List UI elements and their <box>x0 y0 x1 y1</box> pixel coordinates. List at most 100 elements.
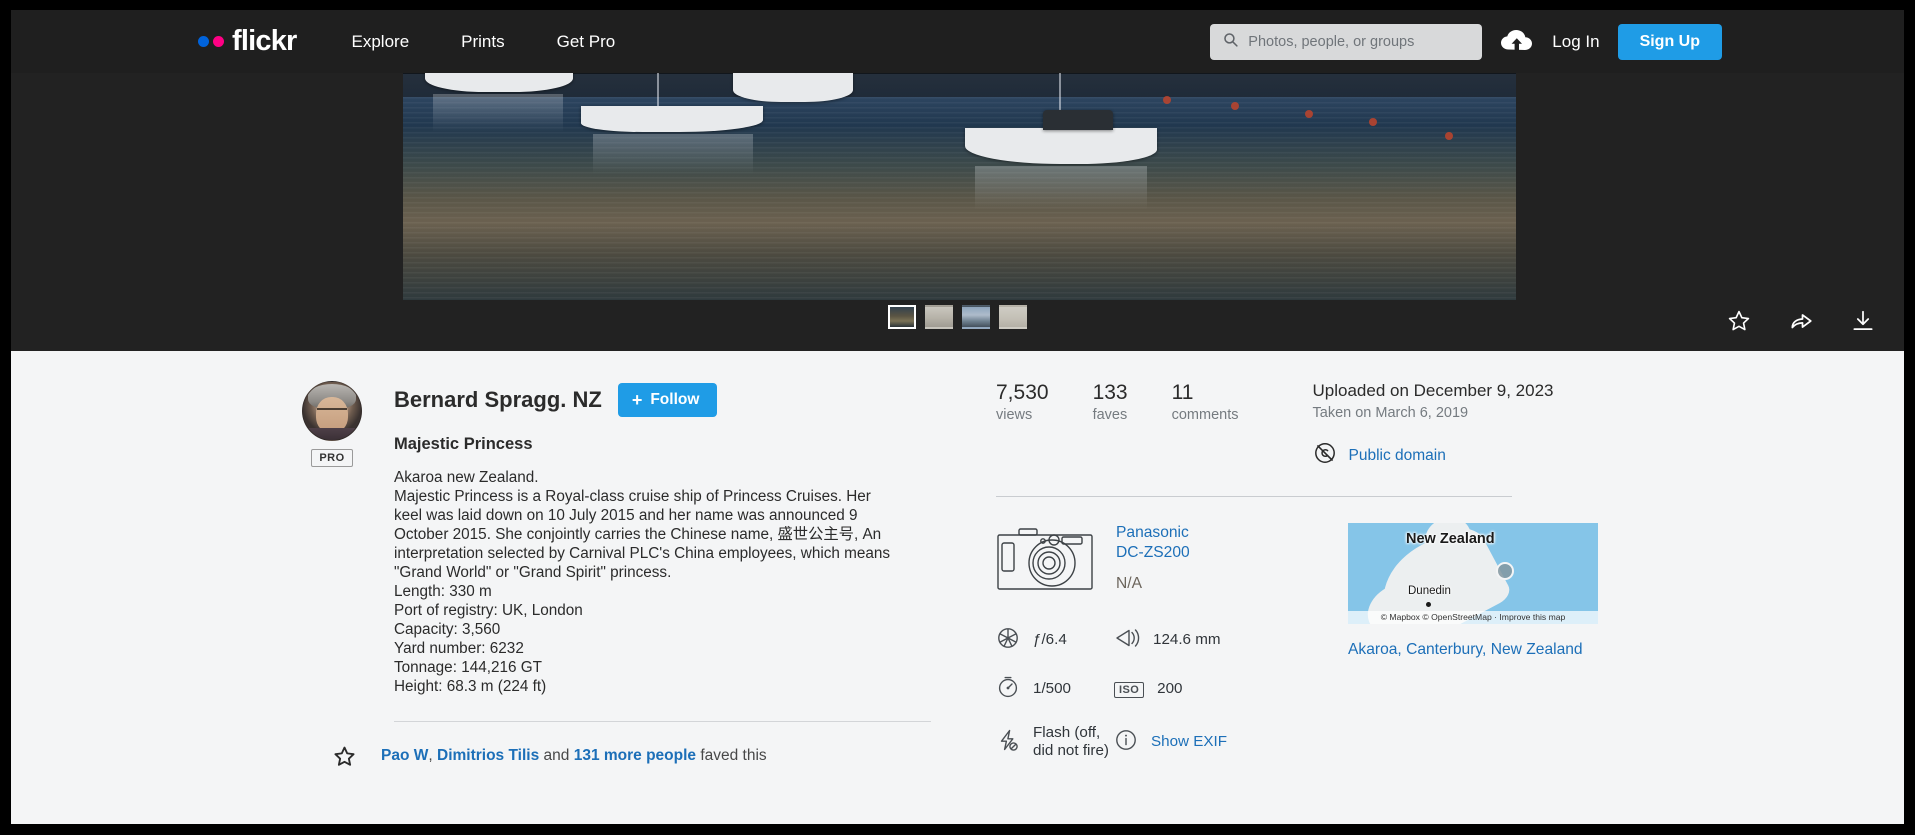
more-people-link[interactable]: 131 more people <box>574 747 696 764</box>
author-name[interactable]: Bernard Spragg. NZ <box>394 387 602 413</box>
thumbnail-2[interactable] <box>925 305 953 329</box>
pro-badge[interactable]: PRO <box>311 449 352 467</box>
map-city-label: Dunedin <box>1408 585 1451 597</box>
views-label: views <box>996 407 1049 423</box>
uploaded-date: Uploaded on December 9, 2023 <box>1313 381 1554 401</box>
camera-text-group: Panasonic DC-ZS200 N/A <box>1116 523 1216 593</box>
camera-row: Panasonic DC-ZS200 N/A <box>996 523 1326 600</box>
thumbnail-1[interactable] <box>888 305 916 329</box>
show-exif-link[interactable]: Show EXIF <box>1151 733 1227 751</box>
stat-faves: 133 faves <box>1093 381 1128 423</box>
fave-person-1-link[interactable]: Pao W <box>381 747 428 764</box>
thumbnail-4[interactable] <box>999 305 1027 329</box>
info-icon <box>1114 728 1138 757</box>
flickr-logo[interactable]: flickr <box>198 27 297 56</box>
exif-show-exif[interactable]: Show EXIF <box>1114 724 1234 760</box>
reflection-left <box>433 94 563 132</box>
page-viewport: flickr Explore Prints Get Pro <box>11 10 1904 824</box>
flash-value: Flash (off, did not fire) <box>1033 724 1114 760</box>
taken-date: Taken on March 6, 2019 <box>1313 405 1554 421</box>
map-country-label: New Zealand <box>1406 531 1495 547</box>
description-divider <box>394 721 931 722</box>
exif-block: Panasonic DC-ZS200 N/A <box>996 523 1326 760</box>
photo-stats-row: 7,530 views 133 faves 11 comments Upload… <box>996 381 1656 470</box>
login-link[interactable]: Log In <box>1552 32 1599 52</box>
nav-link-prints[interactable]: Prints <box>461 32 504 52</box>
search-icon <box>1222 31 1239 53</box>
license-link[interactable]: Public domain <box>1349 447 1446 465</box>
map-city-dot <box>1426 602 1431 607</box>
no-copyright-icon <box>1313 441 1337 470</box>
search-box[interactable] <box>1210 24 1482 60</box>
faves-count: 133 <box>1093 381 1128 405</box>
faves-conjunction: and <box>539 747 573 764</box>
license-row: Public domain <box>1313 441 1554 470</box>
photo-detail-left-column: PRO Bernard Spragg. NZ + Follow Majestic… <box>301 381 941 769</box>
comments-count: 11 <box>1172 381 1239 405</box>
shutter-speed-icon <box>996 675 1020 704</box>
thumbnail-3[interactable] <box>962 305 990 329</box>
author-header-row: Bernard Spragg. NZ + Follow <box>394 383 931 417</box>
faves-summary-text: Pao W, Dimitrios Tilis and 131 more peop… <box>381 747 767 765</box>
exif-focal-length: 124.6 mm <box>1114 626 1234 655</box>
flickr-logo-text: flickr <box>232 27 297 56</box>
author-main: Bernard Spragg. NZ + Follow Majestic Pri… <box>394 381 931 769</box>
star-icon[interactable] <box>1726 308 1752 334</box>
lens-value: N/A <box>1116 575 1216 593</box>
nav-link-explore[interactable]: Explore <box>352 32 410 52</box>
location-map[interactable]: New Zealand Dunedin © Mapbox © OpenStree… <box>1348 523 1598 624</box>
follow-button[interactable]: + Follow <box>618 383 718 417</box>
plus-icon: + <box>632 391 643 409</box>
avatar[interactable] <box>302 381 362 441</box>
aperture-icon <box>996 626 1020 655</box>
location-link[interactable]: Akaroa, Canterbury, New Zealand <box>1348 641 1598 659</box>
faves-label: faves <box>1093 407 1128 423</box>
iso-value: 200 <box>1157 680 1182 698</box>
buoy-4 <box>1369 118 1377 126</box>
flash-off-icon <box>996 728 1020 757</box>
photo-detail-right-column: 7,530 views 133 faves 11 comments Upload… <box>996 381 1656 760</box>
download-icon[interactable] <box>1850 308 1876 334</box>
exif-iso: ISO 200 <box>1114 675 1234 704</box>
exif-detail-grid: ƒ/6.4 124.6 mm <box>996 626 1326 760</box>
author-row: PRO Bernard Spragg. NZ + Follow Majestic… <box>301 381 941 769</box>
header-nav-links: Explore Prints Get Pro <box>352 32 616 52</box>
photo-dates: Uploaded on December 9, 2023 Taken on Ma… <box>1313 381 1554 470</box>
boat-right <box>965 128 1157 164</box>
buoy-5 <box>1445 132 1453 140</box>
focal-length-value: 124.6 mm <box>1153 631 1221 649</box>
author-avatar-column: PRO <box>301 381 363 467</box>
fave-person-2-link[interactable]: Dimitrios Tilis <box>437 747 539 764</box>
boat-center <box>733 72 853 102</box>
location-map-card: New Zealand Dunedin © Mapbox © OpenStree… <box>1348 523 1598 659</box>
camera-model-link[interactable]: Panasonic DC-ZS200 <box>1116 523 1216 563</box>
buoy-2 <box>1231 102 1239 110</box>
stat-views: 7,530 views <box>996 381 1049 423</box>
photo-description: Akaroa new Zealand. Majestic Princess is… <box>394 468 902 696</box>
buoy-3 <box>1305 110 1313 118</box>
exif-flash: Flash (off, did not fire) <box>996 724 1114 760</box>
star-outline-icon <box>332 743 358 769</box>
cloud-upload-icon[interactable] <box>1500 29 1534 55</box>
stat-comments: 11 comments <box>1172 381 1239 423</box>
page-title: Majestic Princess <box>394 435 931 454</box>
aperture-value: ƒ/6.4 <box>1033 631 1067 649</box>
photo-water-region <box>403 97 1516 300</box>
search-input[interactable] <box>1248 34 1462 50</box>
boat-center-left <box>581 106 763 132</box>
header-right-group: Log In Sign Up <box>1210 24 1722 60</box>
follow-button-label: Follow <box>650 391 699 409</box>
camera-icon <box>996 523 1094 600</box>
right-column-divider <box>996 496 1512 497</box>
map-attribution: © Mapbox © OpenStreetMap · Improve this … <box>1348 611 1598 624</box>
nav-link-get-pro[interactable]: Get Pro <box>557 32 616 52</box>
comments-label: comments <box>1172 407 1239 423</box>
signup-button[interactable]: Sign Up <box>1618 24 1722 60</box>
header-left-group: flickr Explore Prints Get Pro <box>198 27 615 56</box>
flickr-logo-dots-icon <box>198 36 224 47</box>
share-arrow-icon[interactable] <box>1788 308 1814 334</box>
map-location-marker[interactable] <box>1496 562 1514 580</box>
shutter-speed-value: 1/500 <box>1033 680 1071 698</box>
photo-thumbnail-strip <box>11 305 1904 329</box>
faves-separator: , <box>428 747 437 764</box>
